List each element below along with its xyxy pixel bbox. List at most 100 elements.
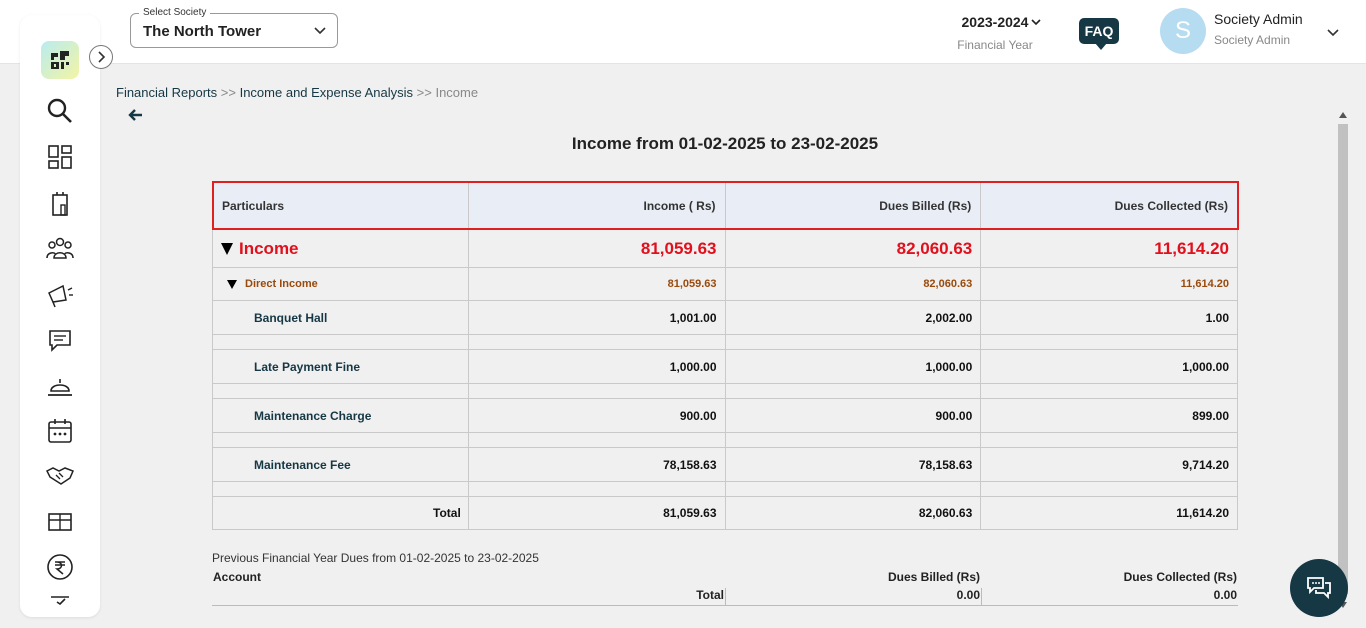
column-header-dues-collected: Dues Collected (Rs) xyxy=(980,182,1238,230)
spacer-row xyxy=(212,432,1238,448)
building-icon[interactable] xyxy=(45,189,75,219)
item-billed: 900.00 xyxy=(724,398,982,433)
income-group-cell[interactable]: Income xyxy=(212,229,469,268)
item-collected: 1.00 xyxy=(980,300,1238,335)
service-bell-icon[interactable] xyxy=(45,371,75,401)
direct-income-income: 81,059.63 xyxy=(467,267,726,301)
table-header-row: Particulars Income ( Rs) Dues Billed (Rs… xyxy=(212,182,1238,230)
vertical-scrollbar[interactable] xyxy=(1336,110,1350,610)
item-label: Maintenance Fee xyxy=(212,447,469,482)
previous-total-billed: 0.00 xyxy=(956,588,980,602)
spacer-row xyxy=(212,334,1238,350)
item-income: 1,001.00 xyxy=(467,300,726,335)
breadcrumb-current: Income xyxy=(435,85,479,100)
income-group-row[interactable]: Income 81,059.63 82,060.63 11,614.20 xyxy=(212,229,1238,268)
sidebar xyxy=(20,15,100,617)
user-name: Society Admin xyxy=(1214,11,1303,27)
direct-income-collected: 11,614.20 xyxy=(980,267,1238,301)
previous-year-dues: Previous Financial Year Dues from 01-02-… xyxy=(212,551,1238,606)
breadcrumb-income-expense[interactable]: Income and Expense Analysis xyxy=(240,85,413,100)
top-header: Select Society The North Tower 2023-2024… xyxy=(0,0,1366,64)
table-row: Banquet Hall 1,001.00 2,002.00 1.00 xyxy=(212,300,1238,335)
direct-income-row[interactable]: Direct Income 81,059.63 82,060.63 11,614… xyxy=(212,267,1238,301)
rupee-icon[interactable] xyxy=(45,552,75,582)
item-collected: 1,000.00 xyxy=(980,349,1238,384)
previous-col-billed: Dues Billed (Rs) xyxy=(887,570,980,584)
search-icon[interactable] xyxy=(45,96,75,126)
item-collected: 9,714.20 xyxy=(980,447,1238,482)
collapse-triangle-icon[interactable] xyxy=(227,279,237,289)
table-row: Maintenance Fee 78,158.63 78,158.63 9,71… xyxy=(212,447,1238,482)
previous-total-label: Total xyxy=(696,588,724,602)
breadcrumb: Financial Reports >> Income and Expense … xyxy=(116,85,478,100)
amenities-icon[interactable] xyxy=(45,506,75,536)
total-income: 81,059.63 xyxy=(467,496,726,530)
logo-icon xyxy=(51,51,69,69)
item-label: Late Payment Fine xyxy=(212,349,469,384)
income-group-collected: 11,614.20 xyxy=(980,229,1238,268)
user-menu-chevron-icon[interactable] xyxy=(1326,25,1340,39)
checklist-icon[interactable] xyxy=(45,595,75,605)
previous-col-account: Account xyxy=(213,570,261,584)
direct-income-label: Direct Income xyxy=(245,278,318,290)
item-income: 1,000.00 xyxy=(467,349,726,384)
table-row: Maintenance Charge 900.00 900.00 899.00 xyxy=(212,398,1238,433)
financial-year-label: Financial Year xyxy=(957,38,1033,52)
support-chat-button[interactable] xyxy=(1290,559,1348,617)
item-billed: 2,002.00 xyxy=(724,300,982,335)
sidebar-toggle-button[interactable] xyxy=(89,45,113,69)
direct-income-cell[interactable]: Direct Income xyxy=(212,267,469,301)
faq-button[interactable]: FAQ xyxy=(1079,18,1119,50)
society-select-label: Select Society xyxy=(139,7,211,18)
calendar-icon[interactable] xyxy=(45,416,75,446)
item-label: Banquet Hall xyxy=(212,300,469,335)
previous-dues-total-row: Total 0.00 0.00 xyxy=(212,588,1238,606)
megaphone-icon[interactable] xyxy=(45,280,75,310)
chat-icon[interactable] xyxy=(45,325,75,355)
spacer-row xyxy=(212,383,1238,399)
avatar[interactable]: S xyxy=(1160,8,1206,54)
report-title: Income from 01-02-2025 to 23-02-2025 xyxy=(571,134,879,153)
column-header-particulars: Particulars xyxy=(212,182,469,230)
income-group-label: Income xyxy=(239,238,299,258)
members-icon[interactable] xyxy=(45,233,75,263)
dashboard-icon[interactable] xyxy=(45,142,75,172)
total-billed: 82,060.63 xyxy=(724,496,982,530)
total-collected: 11,614.20 xyxy=(980,496,1238,530)
previous-dues-title: Previous Financial Year Dues from 01-02-… xyxy=(212,551,539,565)
breadcrumb-financial-reports[interactable]: Financial Reports xyxy=(116,85,217,100)
chat-bubbles-icon xyxy=(1307,577,1331,600)
item-label: Maintenance Charge xyxy=(212,398,469,433)
handshake-icon[interactable] xyxy=(45,460,75,490)
total-row: Total 81,059.63 82,060.63 11,614.20 xyxy=(212,496,1238,530)
income-report-table: Particulars Income ( Rs) Dues Billed (Rs… xyxy=(212,182,1238,530)
scroll-up-icon[interactable] xyxy=(1339,112,1347,118)
back-arrow-icon[interactable] xyxy=(127,108,143,122)
scrollbar-thumb[interactable] xyxy=(1338,124,1348,594)
chevron-right-icon xyxy=(98,51,106,63)
collapse-triangle-icon[interactable] xyxy=(221,243,233,256)
income-group-billed: 82,060.63 xyxy=(724,229,982,268)
item-income: 78,158.63 xyxy=(467,447,726,482)
total-label: Total xyxy=(212,496,469,530)
item-billed: 78,158.63 xyxy=(724,447,982,482)
app-logo[interactable] xyxy=(41,41,79,79)
item-collected: 899.00 xyxy=(980,398,1238,433)
direct-income-billed: 82,060.63 xyxy=(724,267,982,301)
previous-total-collected: 0.00 xyxy=(1213,588,1237,602)
user-role: Society Admin xyxy=(1214,33,1291,47)
column-header-income: Income ( Rs) xyxy=(467,182,726,230)
item-billed: 1,000.00 xyxy=(724,349,982,384)
breadcrumb-separator: >> xyxy=(416,85,432,100)
item-income: 900.00 xyxy=(467,398,726,433)
society-select[interactable]: Select Society The North Tower xyxy=(130,7,338,48)
previous-dues-header: Account Dues Billed (Rs) Dues Collected … xyxy=(212,570,1238,588)
table-row: Late Payment Fine 1,000.00 1,000.00 1,00… xyxy=(212,349,1238,384)
column-divider xyxy=(981,588,982,606)
breadcrumb-separator: >> xyxy=(220,85,236,100)
spacer-row xyxy=(212,481,1238,497)
financial-year-selector[interactable]: 2023-2024 Financial Year xyxy=(940,14,1050,52)
column-divider xyxy=(725,588,726,606)
income-group-income: 81,059.63 xyxy=(467,229,726,268)
chevron-down-icon xyxy=(314,27,326,35)
